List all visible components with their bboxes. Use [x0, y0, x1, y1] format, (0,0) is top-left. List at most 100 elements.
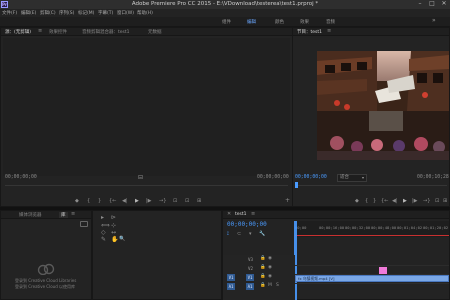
export-frame-button[interactable]: ⊞	[197, 198, 201, 204]
source-tab-menu-icon[interactable]: ≡	[38, 28, 42, 34]
timeline-panel: ✕ test1 ≡ 00;00;00;00 ⟟ ⊂ ▾ 🔧 00;00 00;0…	[222, 210, 450, 300]
go-to-in-button[interactable]: {←	[109, 198, 116, 204]
source-add-button[interactable]: +	[285, 197, 290, 204]
workspace-editing[interactable]: 编辑	[247, 19, 256, 25]
add-marker-icon[interactable]: ▾	[249, 231, 252, 237]
eye-icon[interactable]: ◉	[268, 256, 272, 261]
track-select-tool-icon[interactable]: ⊳	[111, 214, 116, 221]
tab-metadata[interactable]: 元数据	[148, 29, 162, 35]
program-mark-out-button[interactable]: }	[373, 198, 376, 204]
timeline-timecode[interactable]: 00;00;00;00	[227, 221, 267, 228]
zoom-tool-icon[interactable]: 🔍	[119, 236, 125, 242]
track-target-v1[interactable]: V1	[246, 274, 254, 281]
step-forward-button[interactable]: |▶	[146, 198, 152, 204]
program-timecode-current[interactable]: 00;00;00;00	[295, 175, 327, 180]
graphic-clip[interactable]	[379, 267, 387, 274]
menu-edit[interactable]: 编辑(E)	[21, 10, 36, 16]
source-patch-a1[interactable]: A1	[227, 283, 235, 290]
add-marker-button[interactable]: ◆	[75, 198, 79, 204]
source-scrubber[interactable]	[5, 185, 288, 186]
menu-marker[interactable]: 标记(M)	[78, 10, 94, 16]
workspace-audio[interactable]: 音频	[326, 19, 335, 25]
lock-icon[interactable]: 🔒	[260, 256, 266, 261]
source-timecode-left[interactable]: 00;00;00;00	[5, 175, 37, 180]
selection-tool-icon[interactable]: ▸	[101, 214, 104, 221]
track-v2[interactable]: V2 🔒 ◉	[227, 265, 297, 273]
library-tab-menu-icon[interactable]: ≡	[71, 211, 75, 217]
lift-button[interactable]: ⊡	[435, 198, 439, 204]
program-video-frame[interactable]	[317, 51, 449, 160]
snap-icon[interactable]: ⟟	[227, 231, 229, 237]
source-video-area[interactable]	[3, 38, 290, 176]
ruler-label: 00;00;32;00	[345, 225, 371, 230]
workspace-color[interactable]: 颜色	[275, 19, 284, 25]
step-back-button[interactable]: ◀|	[122, 198, 128, 204]
track-v1[interactable]: V1 V1 🔒 ◉	[227, 274, 297, 282]
source-zoom-icon[interactable]: ⊟	[138, 174, 143, 181]
eye-icon[interactable]: ◉	[268, 274, 272, 279]
program-go-to-out-button[interactable]: →}	[423, 198, 430, 204]
tab-media-browser[interactable]: 媒体浏览器	[19, 212, 42, 218]
lock-icon[interactable]: 🔒	[260, 274, 266, 279]
program-go-to-in-button[interactable]: {←	[381, 198, 388, 204]
workspace-overflow-button[interactable]: »	[432, 17, 436, 24]
menu-title[interactable]: 字幕(T)	[98, 10, 113, 16]
close-button[interactable]: ✕	[438, 0, 450, 9]
track-a1[interactable]: A1 A1 🔒 M S	[227, 283, 297, 291]
timeline-close-icon[interactable]: ✕	[227, 211, 231, 217]
ripple-edit-tool-icon[interactable]: ⟺	[101, 222, 110, 229]
razor-tool-icon[interactable]: ◇	[101, 229, 106, 236]
program-step-back-button[interactable]: ◀|	[392, 198, 398, 204]
timeline-tab-menu-icon[interactable]: ≡	[251, 211, 255, 217]
library-panel: 媒体浏览器 库 ≡ 登录到 Creative Cloud Libraries 登…	[0, 210, 92, 300]
mute-icon[interactable]: M	[268, 283, 272, 288]
play-button[interactable]: ▶	[135, 198, 139, 204]
menu-sequence[interactable]: 序列(S)	[59, 10, 74, 16]
menu-clip[interactable]: 剪辑(C)	[40, 10, 56, 16]
program-scrubber[interactable]	[295, 185, 447, 186]
tab-audio-clip-mixer[interactable]: 音频剪辑混合器：test1	[82, 29, 130, 35]
minimize-button[interactable]: –	[414, 0, 426, 9]
eye-icon[interactable]: ◉	[268, 265, 272, 270]
overwrite-button[interactable]: ⊡	[185, 198, 189, 204]
library-panel-icon[interactable]	[80, 221, 88, 227]
pen-tool-icon[interactable]: ✎	[101, 236, 106, 243]
mark-in-button[interactable]: {	[87, 198, 90, 204]
linked-selection-icon[interactable]: ⊂	[237, 231, 241, 237]
tab-effect-controls[interactable]: 效果控件	[49, 29, 67, 35]
source-patch-v1[interactable]: V1	[227, 274, 235, 281]
program-export-frame-button[interactable]: ⊞	[443, 198, 447, 204]
program-monitor-panel: 节目：test1 ≡ 00;00;00;00 适合 ▾ 00;00;10;28 …	[292, 27, 450, 207]
program-mark-in-button[interactable]: {	[365, 198, 368, 204]
track-v3[interactable]: V3 🔒 ◉	[227, 256, 297, 264]
program-playhead[interactable]	[295, 182, 298, 188]
fit-dropdown[interactable]: 适合 ▾	[337, 174, 367, 182]
hand-tool-icon[interactable]: ✋	[111, 236, 118, 243]
lock-icon[interactable]: 🔒	[260, 283, 266, 288]
work-area-bar[interactable]	[295, 235, 449, 236]
program-add-marker-button[interactable]: ◆	[355, 198, 359, 204]
program-play-button[interactable]: ▶	[403, 198, 407, 204]
solo-icon[interactable]: S	[276, 283, 279, 288]
workspace-effects[interactable]: 效果	[300, 19, 309, 25]
timeline-settings-icon[interactable]: 🔧	[259, 231, 265, 237]
menu-window[interactable]: 窗口(W)	[117, 10, 134, 16]
track-target-a1[interactable]: A1	[246, 283, 254, 290]
slip-tool-icon[interactable]: ↔	[111, 229, 116, 236]
menu-file[interactable]: 文件(F)	[2, 10, 17, 16]
tab-libraries[interactable]: 库	[59, 212, 68, 218]
maximize-button[interactable]: □	[426, 0, 438, 9]
menu-help[interactable]: 帮助(H)	[137, 10, 153, 16]
workspace-assembly[interactable]: 组件	[222, 19, 231, 25]
mark-out-button[interactable]: }	[98, 198, 101, 204]
tab-timeline-test1[interactable]: test1	[235, 212, 247, 217]
video-clip[interactable]: fx 乌镇视频.mp4 [V]	[295, 275, 449, 282]
lock-icon[interactable]: 🔒	[260, 265, 266, 270]
program-tab-menu-icon[interactable]: ≡	[327, 28, 331, 34]
rolling-edit-tool-icon[interactable]: ⊹	[111, 222, 116, 229]
tab-source[interactable]: 源：(无剪辑)	[5, 29, 31, 35]
program-step-forward-button[interactable]: |▶	[412, 198, 418, 204]
go-to-out-button[interactable]: →}	[159, 198, 166, 204]
insert-button[interactable]: ⊡	[173, 198, 177, 204]
tab-program[interactable]: 节目：test1	[297, 29, 322, 35]
